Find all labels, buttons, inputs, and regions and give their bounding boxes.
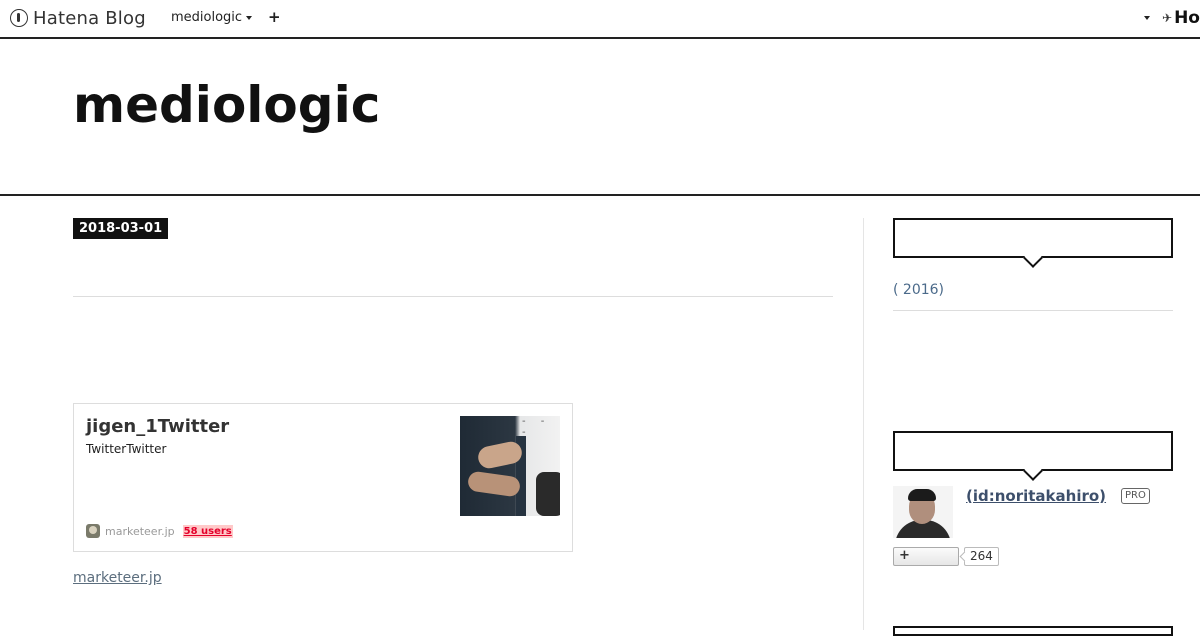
embed-description: TwitterTwitter <box>86 442 167 456</box>
thumbnail-shape: - - - <box>522 416 551 438</box>
global-header: Hatena Blog mediologic + ✈ Ho <box>0 0 1200 39</box>
archive-link[interactable]: ( 2016) <box>893 282 944 298</box>
site-favicon-icon <box>86 524 100 538</box>
sidebar-module-heading <box>893 218 1173 258</box>
author-avatar[interactable] <box>893 486 953 538</box>
embed-footer: marketeer.jp 58 users <box>86 524 233 538</box>
logo-text: Hatena Blog <box>33 7 146 29</box>
right-logo-text: Ho <box>1174 8 1200 28</box>
blog-title-link[interactable]: mediologic <box>73 77 380 133</box>
chevron-down-icon <box>246 15 253 20</box>
archive-divider <box>893 310 1173 311</box>
sidebar-module-heading-next <box>893 626 1173 636</box>
add-entry-button[interactable]: + <box>268 8 281 26</box>
embed-domain: marketeer.jp <box>105 524 175 538</box>
hatena-bird-icon: ✈ <box>1162 11 1173 25</box>
subscriber-count: 264 <box>964 547 999 566</box>
avatar-shape <box>908 489 936 501</box>
user-menu-chevron-down-icon[interactable] <box>1144 16 1150 20</box>
embed-thumbnail[interactable]: - - - <box>460 416 560 516</box>
subscribe-button[interactable]: + <box>893 547 959 566</box>
thumbnail-shape <box>466 470 522 498</box>
embed-title[interactable]: jigen_1Twitter <box>86 416 229 437</box>
plus-icon: + <box>899 548 910 563</box>
entry-divider <box>73 296 833 297</box>
profile-module-heading <box>893 431 1173 471</box>
blog-menu-label: mediologic <box>171 10 243 25</box>
entry-date[interactable]: 2018-03-01 <box>73 218 169 239</box>
blog-menu-dropdown[interactable]: mediologic <box>171 10 253 25</box>
blog-card-embed[interactable]: jigen_1Twitter TwitterTwitter - - - mark… <box>73 403 573 552</box>
source-link[interactable]: marketeer.jp <box>73 570 162 586</box>
bookmark-count-badge[interactable]: 58 users <box>182 524 233 538</box>
blog-header: mediologic <box>0 39 1200 196</box>
author-id-link[interactable]: (id:noritakahiro) <box>966 487 1106 505</box>
hatena-blog-logo[interactable]: Hatena Blog <box>10 6 146 30</box>
column-divider <box>863 218 864 630</box>
right-service-logo[interactable]: ✈ Ho <box>1162 8 1200 28</box>
hatena-logo-icon <box>10 9 28 27</box>
pro-badge: PRO <box>1121 488 1150 504</box>
thumbnail-shape <box>536 472 560 516</box>
